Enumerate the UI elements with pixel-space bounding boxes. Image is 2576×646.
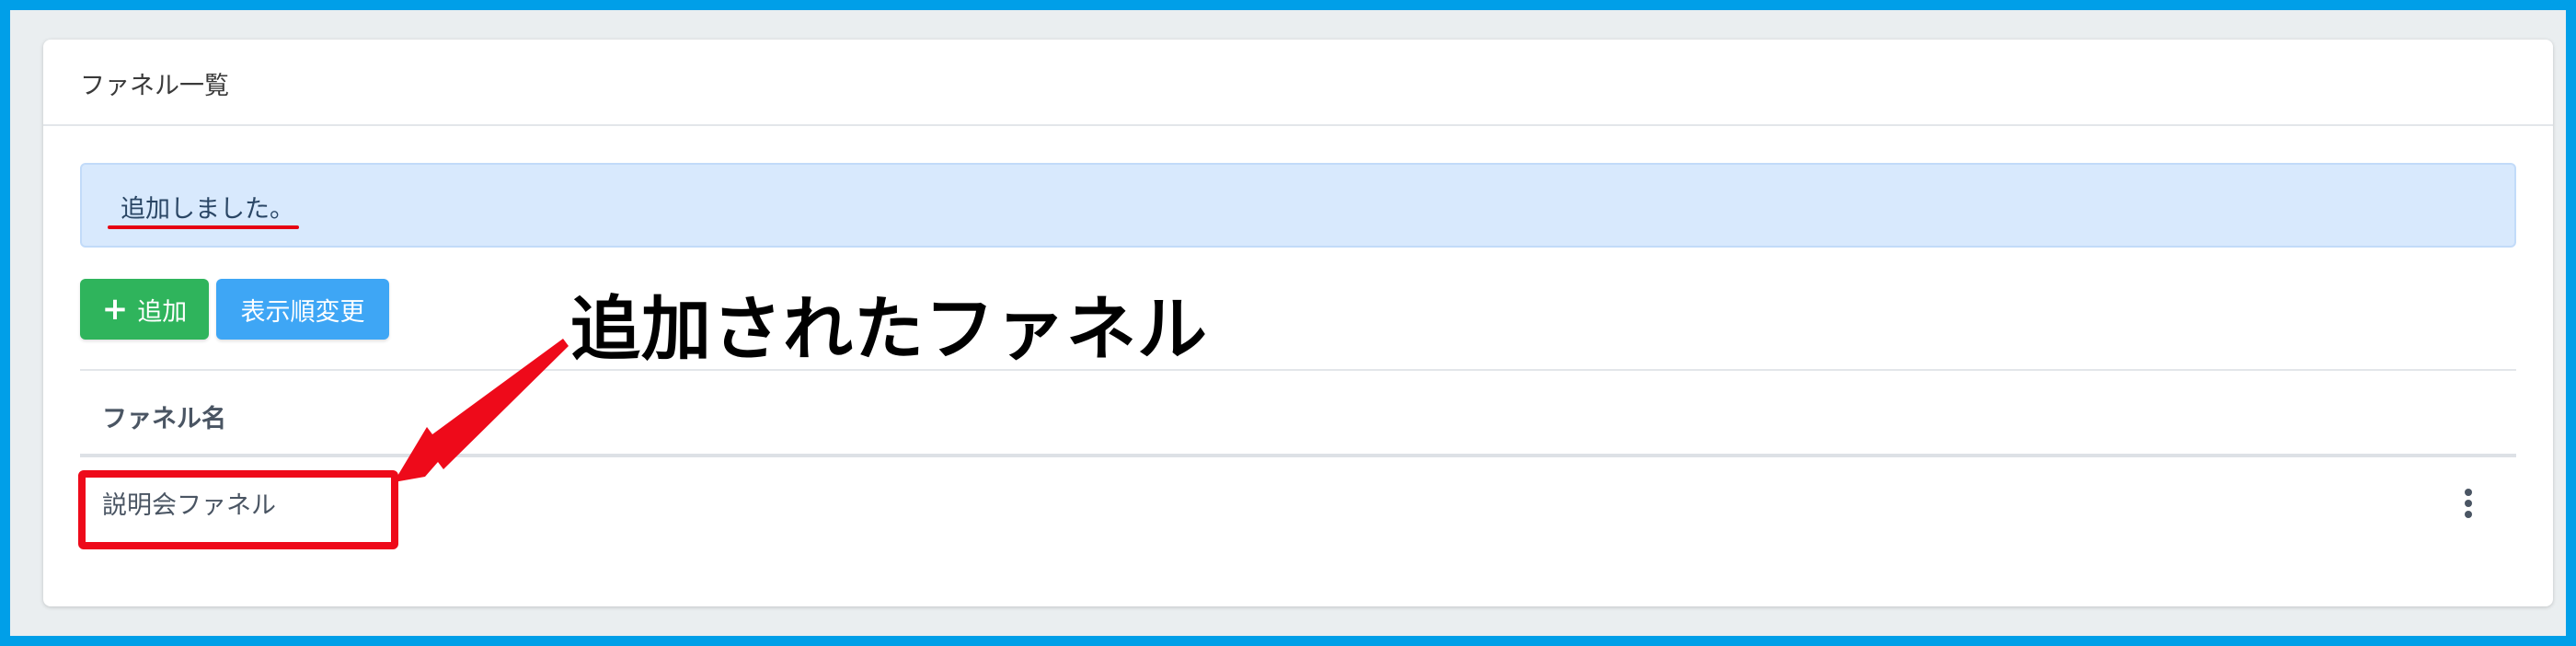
success-alert: 追加しました。 <box>80 163 2516 248</box>
annotation-underline <box>108 225 299 229</box>
add-button-label: 追加 <box>137 297 188 327</box>
table-header-divider <box>80 454 2516 457</box>
card-header: ファネル一覧 <box>43 40 2553 126</box>
table-top-divider <box>80 369 2516 371</box>
screenshot-frame: ファネル一覧 追加しました。 + 追加 表示順変更 ファネル名 説明会ファネル <box>0 0 2576 646</box>
alert-message: 追加しました。 <box>121 195 294 224</box>
kebab-menu-icon[interactable] <box>2459 487 2478 520</box>
change-order-button[interactable]: 表示順変更 <box>216 279 389 340</box>
annotation-highlight-box <box>78 470 398 549</box>
card-title: ファネル一覧 <box>80 72 229 100</box>
funnel-list-card: ファネル一覧 追加しました。 + 追加 表示順変更 ファネル名 説明会ファネル <box>43 40 2553 606</box>
add-funnel-button[interactable]: + 追加 <box>80 279 209 340</box>
annotation-callout: 追加されたファネル <box>570 288 1208 370</box>
change-order-label: 表示順変更 <box>240 297 365 327</box>
column-header-funnel-name: ファネル名 <box>102 405 226 433</box>
plus-icon: + <box>101 291 129 328</box>
